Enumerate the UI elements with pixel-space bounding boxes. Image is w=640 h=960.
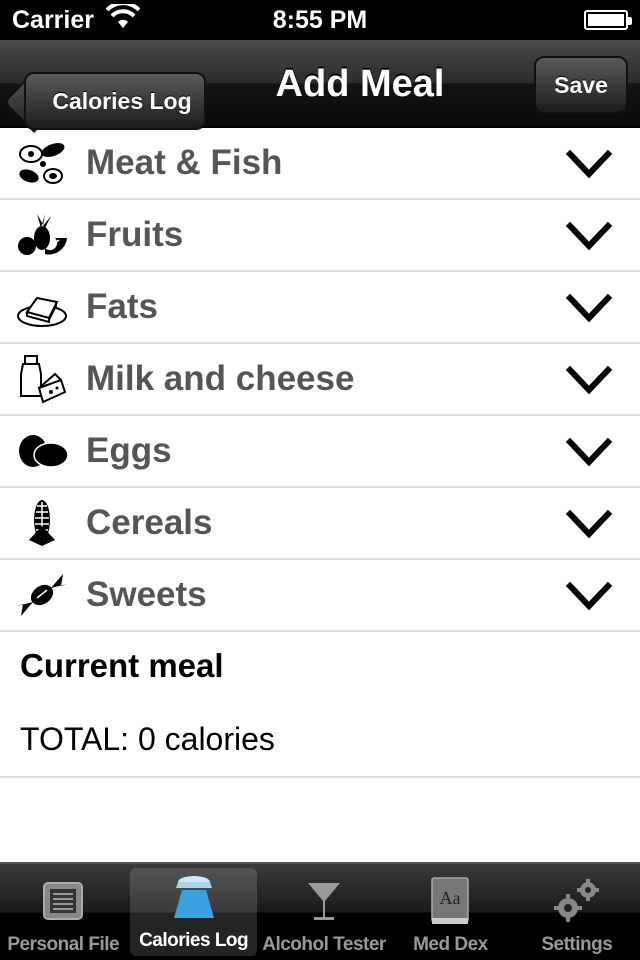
scale-icon: [166, 870, 222, 924]
category-label: Fats: [86, 287, 158, 326]
category-label: Fruits: [86, 215, 184, 254]
milk-cheese-icon: [14, 351, 70, 407]
tab-med-dex[interactable]: Aa Med Dex: [387, 864, 513, 960]
current-meal-section: Current meal TOTAL: 0 calories: [0, 630, 640, 778]
tab-label: Alcohol Tester: [262, 934, 386, 955]
tab-bar: Personal File Calories Log Alcohol Teste…: [0, 862, 640, 960]
meat-fish-icon: [14, 135, 70, 191]
carrier-label: Carrier: [12, 5, 94, 34]
tab-label: Settings: [541, 934, 613, 955]
tab-settings[interactable]: Settings: [514, 864, 640, 960]
personal-file-icon: [35, 874, 91, 928]
category-row-eggs[interactable]: Eggs: [0, 416, 640, 488]
tab-label: Med Dex: [413, 934, 488, 955]
chevron-down-icon[interactable]: [566, 580, 612, 614]
current-meal-title: Current meal: [20, 647, 224, 684]
category-row-milk-cheese[interactable]: Milk and cheese: [0, 344, 640, 416]
navigation-bar: Calories Log Add Meal Save: [0, 40, 640, 130]
cereals-icon: [14, 495, 70, 551]
save-button[interactable]: Save: [534, 56, 628, 114]
cocktail-icon: [296, 874, 352, 928]
tab-label: Personal File: [7, 934, 120, 955]
page-title: Add Meal: [275, 62, 445, 105]
category-label: Milk and cheese: [86, 359, 355, 398]
book-icon: Aa: [422, 874, 478, 928]
sweets-icon: [14, 567, 70, 623]
total-calories: TOTAL: 0 calories: [0, 702, 640, 778]
category-label: Sweets: [86, 575, 207, 614]
chevron-down-icon[interactable]: [566, 436, 612, 470]
status-left: Carrier: [12, 0, 141, 37]
tab-personal-file[interactable]: Personal File: [0, 864, 126, 960]
status-bar: Carrier 8:55 PM: [0, 0, 640, 40]
svg-text:Aa: Aa: [440, 888, 461, 908]
category-list: Meat & Fish Fruits Fats Milk and cheese …: [0, 128, 640, 632]
chevron-down-icon[interactable]: [566, 148, 612, 182]
fats-icon: [14, 279, 70, 335]
category-label: Eggs: [86, 431, 172, 470]
tab-label: Calories Log: [139, 930, 249, 951]
fruits-icon: [14, 207, 70, 263]
chevron-down-icon[interactable]: [566, 292, 612, 326]
tab-calories-log[interactable]: Calories Log: [130, 868, 257, 956]
chevron-down-icon[interactable]: [566, 220, 612, 254]
category-row-sweets[interactable]: Sweets: [0, 560, 640, 632]
battery-icon: [584, 10, 632, 30]
tab-alcohol-tester[interactable]: Alcohol Tester: [261, 864, 387, 960]
category-row-fruits[interactable]: Fruits: [0, 200, 640, 272]
wifi-icon: [105, 0, 141, 37]
eggs-icon: [14, 423, 70, 479]
category-label: Cereals: [86, 503, 213, 542]
category-label: Meat & Fish: [86, 143, 283, 182]
back-button[interactable]: Calories Log: [24, 72, 206, 130]
category-row-fats[interactable]: Fats: [0, 272, 640, 344]
category-row-cereals[interactable]: Cereals: [0, 488, 640, 560]
category-row-meat-fish[interactable]: Meat & Fish: [0, 128, 640, 200]
chevron-down-icon[interactable]: [566, 364, 612, 398]
chevron-down-icon[interactable]: [566, 508, 612, 542]
gears-icon: [549, 874, 605, 928]
